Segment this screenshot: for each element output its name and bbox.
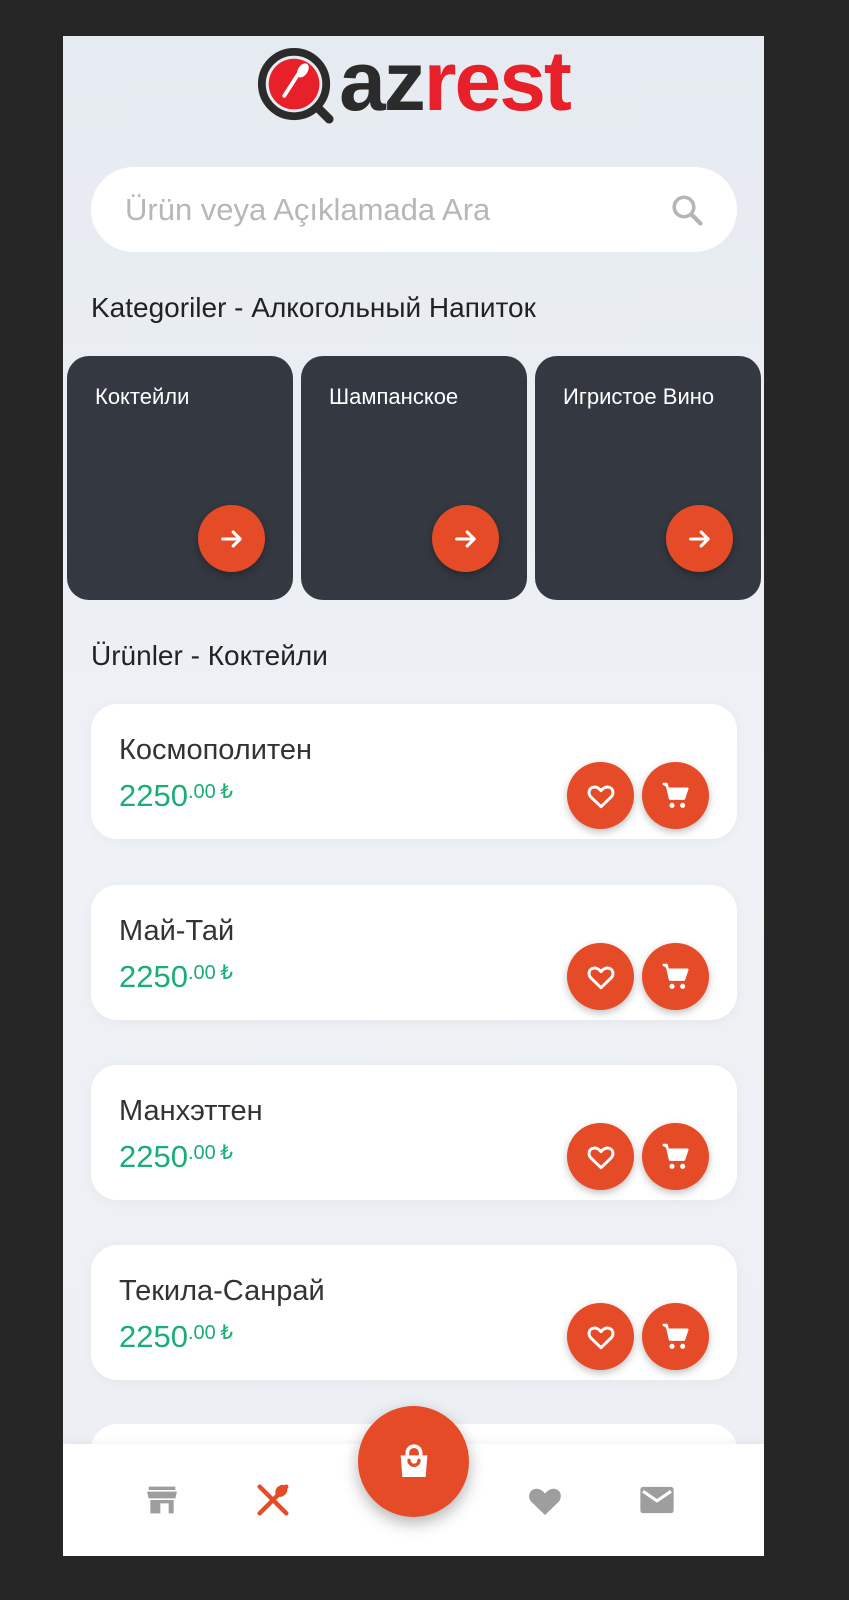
- price-main: 2250: [119, 959, 188, 994]
- product-card[interactable]: Космополитен 2250.00 ₺: [91, 704, 737, 839]
- price-currency: ₺: [220, 781, 233, 803]
- category-label: Коктейли: [95, 384, 190, 409]
- arrow-right-icon: [688, 529, 710, 548]
- add-to-cart-button[interactable]: [642, 1303, 709, 1370]
- price-main: 2250: [119, 1319, 188, 1354]
- add-to-cart-button[interactable]: [642, 762, 709, 829]
- price-currency: ₺: [220, 1142, 233, 1164]
- logo-text: azrest: [339, 39, 572, 123]
- price-decimal: .00: [187, 1322, 216, 1344]
- arrow-right-icon: [220, 529, 242, 548]
- cart-icon: [662, 1323, 689, 1349]
- product-price: 2250.00 ₺: [119, 778, 233, 814]
- heart-outline-icon: [587, 1146, 614, 1169]
- category-carousel[interactable]: Коктейли Шампанское Игристое Вино: [67, 356, 764, 600]
- products-title: Ürünler - Коктейли: [91, 640, 328, 671]
- add-to-cart-button[interactable]: [642, 943, 709, 1010]
- shopping-bag-icon: [400, 1443, 427, 1477]
- heart-outline-icon: [587, 785, 614, 808]
- logo: azrest: [63, 39, 764, 126]
- price-decimal: .00: [187, 962, 216, 984]
- product-price: 2250.00 ₺: [119, 1139, 233, 1175]
- product-price: 2250.00 ₺: [119, 959, 233, 995]
- nav-store[interactable]: [140, 1478, 184, 1522]
- cart-fab-button[interactable]: [358, 1406, 469, 1517]
- price-currency: ₺: [220, 962, 233, 984]
- heart-outline-icon: [587, 966, 614, 989]
- categories-title: Kategoriler - Алкогольный Напиток: [91, 292, 536, 323]
- category-open-button[interactable]: [666, 505, 733, 572]
- category-card[interactable]: Коктейли: [67, 356, 293, 600]
- product-actions: [567, 1123, 709, 1190]
- price-decimal: .00: [187, 1142, 216, 1164]
- logo-text-dark: az: [339, 36, 426, 128]
- nav-menu[interactable]: [251, 1478, 295, 1522]
- arrow-right-icon: [454, 529, 476, 548]
- category-open-button[interactable]: [198, 505, 265, 572]
- product-card[interactable]: Май-Тай 2250.00 ₺: [91, 885, 737, 1020]
- price-decimal: .00: [187, 781, 216, 803]
- favorite-button[interactable]: [567, 762, 634, 829]
- cart-icon: [662, 1143, 689, 1169]
- fork-knife-icon: [257, 1484, 289, 1516]
- category-label: Игристое Вино: [563, 384, 715, 409]
- heart-outline-icon: [587, 1326, 614, 1349]
- product-name: Космополитен: [119, 734, 313, 766]
- product-actions: [567, 943, 709, 1010]
- favorite-button[interactable]: [567, 1303, 634, 1370]
- product-name: Манхэттен: [119, 1095, 263, 1127]
- product-card[interactable]: Текила-Санрай 2250.00 ₺: [91, 1245, 737, 1380]
- add-to-cart-button[interactable]: [642, 1123, 709, 1190]
- cart-icon: [662, 963, 689, 989]
- product-name: Текила-Санрай: [119, 1275, 325, 1307]
- product-name: Май-Тай: [119, 915, 235, 947]
- product-price: 2250.00 ₺: [119, 1319, 233, 1355]
- category-open-button[interactable]: [432, 505, 499, 572]
- category-card[interactable]: Игристое Вино: [535, 356, 761, 600]
- logo-mark-icon: [258, 47, 334, 124]
- search-icon[interactable]: [669, 192, 705, 228]
- favorite-button[interactable]: [567, 943, 634, 1010]
- cart-icon: [662, 782, 689, 808]
- product-actions: [567, 762, 709, 829]
- mail-icon: [640, 1486, 674, 1514]
- search-input[interactable]: [123, 190, 669, 229]
- store-icon: [147, 1486, 177, 1514]
- nav-favorites[interactable]: [523, 1478, 567, 1522]
- logo-text-red: rest: [423, 36, 572, 128]
- category-label: Шампанское: [329, 384, 459, 409]
- price-main: 2250: [119, 778, 188, 813]
- price-currency: ₺: [220, 1322, 233, 1344]
- category-card[interactable]: Шампанское: [301, 356, 527, 600]
- product-card[interactable]: Манхэттен 2250.00 ₺: [91, 1065, 737, 1200]
- heart-icon: [529, 1488, 561, 1515]
- favorite-button[interactable]: [567, 1123, 634, 1190]
- nav-messages[interactable]: [635, 1478, 679, 1522]
- search-bar[interactable]: [91, 167, 737, 252]
- app-screen: azrest Kategoriler - Алкогольный Напиток…: [63, 36, 764, 1556]
- product-actions: [567, 1303, 709, 1370]
- price-main: 2250: [119, 1139, 188, 1174]
